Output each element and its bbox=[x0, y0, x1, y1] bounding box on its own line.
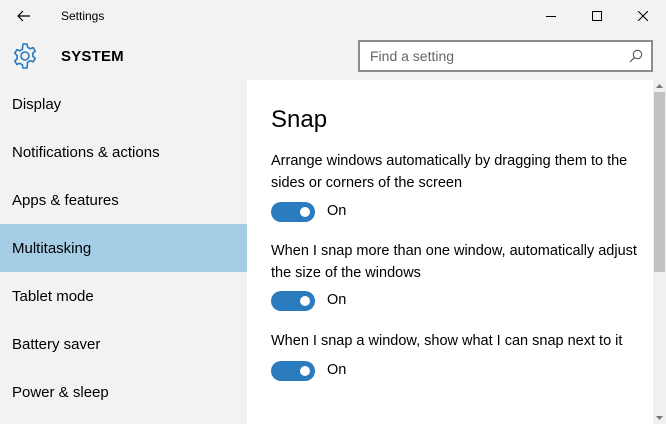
toggle-knob bbox=[300, 296, 310, 306]
toggle-state-label: On bbox=[327, 292, 347, 308]
maximize-button[interactable] bbox=[574, 0, 620, 32]
minimize-icon bbox=[546, 16, 556, 17]
scroll-up-button[interactable] bbox=[653, 80, 666, 92]
sidebar-item-battery-saver[interactable]: Battery saver bbox=[0, 320, 247, 368]
sidebar-item-label: Multitasking bbox=[12, 239, 92, 257]
gear-icon bbox=[13, 43, 37, 69]
search-input[interactable] bbox=[360, 42, 620, 70]
snap-resize-toggle[interactable] bbox=[271, 291, 315, 311]
window-title: Settings bbox=[61, 9, 105, 23]
sidebar-item-tablet-mode[interactable]: Tablet mode bbox=[0, 272, 247, 320]
sidebar-item-multitasking[interactable]: Multitasking bbox=[0, 224, 247, 272]
toggle-state-label: On bbox=[327, 362, 347, 378]
sidebar-item-label: Apps & features bbox=[12, 191, 119, 209]
sidebar-item-label: Notifications & actions bbox=[12, 143, 160, 161]
sidebar-item-label: Battery saver bbox=[12, 335, 101, 353]
settings-header: SYSTEM bbox=[0, 32, 666, 80]
chevron-down-icon bbox=[656, 416, 663, 420]
search-box[interactable] bbox=[358, 40, 653, 72]
back-button[interactable] bbox=[8, 0, 40, 32]
sidebar: Display Notifications & actions Apps & f… bbox=[0, 80, 247, 424]
snap-arrange-toggle[interactable] bbox=[271, 202, 315, 222]
vertical-scrollbar[interactable] bbox=[653, 80, 666, 424]
toggle-state-label: On bbox=[327, 203, 347, 219]
sidebar-item-display[interactable]: Display bbox=[0, 80, 247, 128]
sidebar-item-label: Power & sleep bbox=[12, 383, 109, 401]
scrollbar-thumb[interactable] bbox=[654, 92, 665, 272]
sidebar-item-notifications-actions[interactable]: Notifications & actions bbox=[0, 128, 247, 176]
setting-description: When I snap a window, show what I can sn… bbox=[271, 333, 623, 349]
setting-description: When I snap more than one window, automa… bbox=[271, 243, 637, 281]
sidebar-item-label: Tablet mode bbox=[12, 287, 94, 305]
sidebar-item-apps-features[interactable]: Apps & features bbox=[0, 176, 247, 224]
minimize-button[interactable] bbox=[528, 0, 574, 32]
main-content: Snap Arrange windows automatically by dr… bbox=[247, 80, 653, 424]
page-title: Snap bbox=[271, 106, 328, 133]
sidebar-item-power-sleep[interactable]: Power & sleep bbox=[0, 368, 247, 416]
back-arrow-icon bbox=[17, 10, 30, 22]
sidebar-item-label: Display bbox=[12, 95, 62, 113]
setting-description: Arrange windows automatically by draggin… bbox=[271, 153, 628, 191]
maximize-icon bbox=[592, 11, 602, 21]
close-button[interactable] bbox=[620, 0, 666, 32]
toggle-knob bbox=[300, 207, 310, 217]
close-icon bbox=[638, 11, 648, 21]
chevron-up-icon bbox=[656, 84, 663, 88]
toggle-knob bbox=[300, 366, 310, 376]
search-icon[interactable] bbox=[629, 49, 643, 63]
section-heading: SYSTEM bbox=[61, 48, 124, 65]
title-bar: Settings bbox=[0, 0, 666, 32]
snap-assist-toggle[interactable] bbox=[271, 361, 315, 381]
scroll-down-button[interactable] bbox=[653, 412, 666, 424]
